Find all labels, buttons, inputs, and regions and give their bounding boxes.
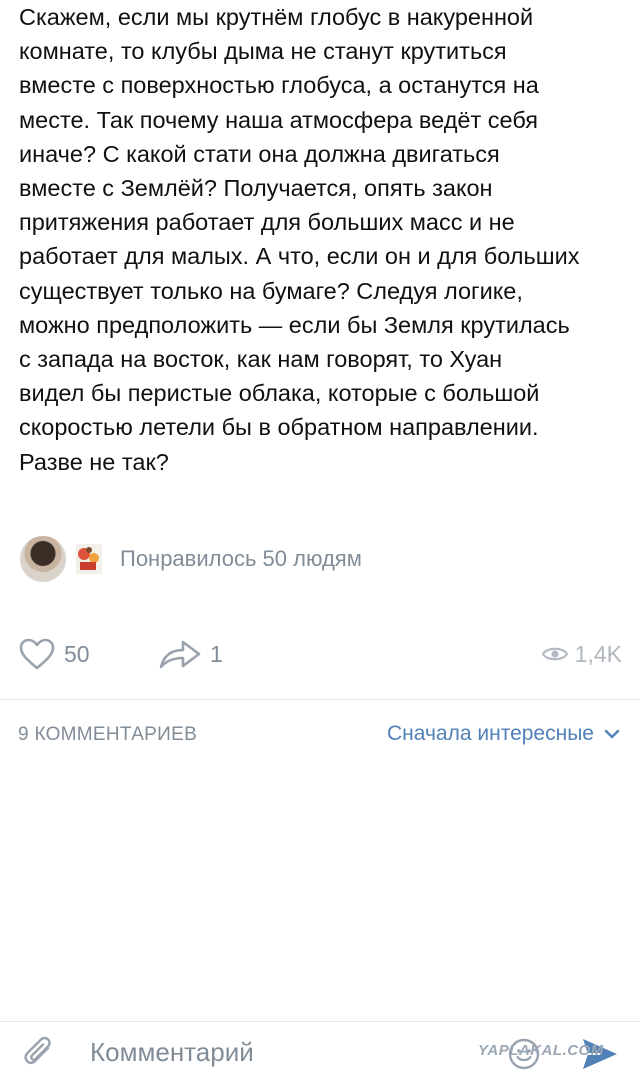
share-count: 1 <box>210 640 223 667</box>
eye-icon <box>541 647 568 661</box>
watermark: YAPLAKAL.COM <box>478 1042 604 1059</box>
avatar[interactable] <box>64 534 114 584</box>
comments-sort-dropdown[interactable]: Сначала интересные <box>387 722 620 746</box>
avatar-image <box>76 544 102 574</box>
post-text: Скажем, если мы крутнём глобус в накурен… <box>19 0 625 479</box>
post-text-line: Разве не так? <box>19 448 169 475</box>
post-text-line: существует только на бумаге? Следуя логи… <box>19 277 523 304</box>
post-text-line: скоростью летели бы в обратном направлен… <box>19 414 539 441</box>
divider <box>0 699 640 700</box>
post-text-line: видел бы перистые облака, которые с боль… <box>19 380 540 407</box>
post-text-line: работает для малых. А что, если он и для… <box>19 243 580 270</box>
comments-header: 9 КОММЕНТАРИЕВ Сначала интересные <box>0 718 640 754</box>
avatar[interactable] <box>18 534 68 584</box>
views-counter: 1,4K <box>541 630 622 678</box>
post-text-line: иначе? С какой стати она должна двигатьс… <box>19 140 500 167</box>
like-button[interactable]: 50 <box>18 630 90 678</box>
sort-label: Сначала интересные <box>387 722 594 745</box>
post-text-line: комнате, то клубы дыма не станут крутить… <box>19 38 507 65</box>
comment-input[interactable] <box>88 1036 452 1069</box>
post-text-line: вместе с Землёй? Получается, опять закон <box>19 175 493 202</box>
post-text-line: Скажем, если мы крутнём глобус в накурен… <box>19 4 534 30</box>
post-text-line: вместе с поверхностью глобуса, а останут… <box>19 72 539 99</box>
post-actions: 50 1 1,4K <box>0 630 640 678</box>
like-count: 50 <box>64 640 90 667</box>
heart-icon <box>19 638 55 670</box>
post-text-line: месте. Так почему наша атмосфера ведёт с… <box>19 106 539 133</box>
comment-composer: YAPLAKAL.COM <box>0 1021 640 1084</box>
likers-row[interactable]: Понравилось 50 людям <box>18 534 418 584</box>
liked-by-text[interactable]: Понравилось 50 людям <box>120 546 362 572</box>
chevron-down-icon <box>604 729 620 739</box>
paperclip-icon[interactable] <box>22 1036 58 1072</box>
share-button[interactable]: 1 <box>158 630 223 678</box>
share-arrow-icon <box>159 640 201 669</box>
comments-count: 9 КОММЕНТАРИЕВ <box>18 724 198 745</box>
post-text-line: можно предположить — если бы Земля крути… <box>19 311 570 338</box>
post-text-line: притяжения работает для больших масс и н… <box>19 209 515 236</box>
post-text-line: с запада на восток, как нам говорят, то … <box>19 346 503 373</box>
views-count: 1,4K <box>574 640 622 667</box>
